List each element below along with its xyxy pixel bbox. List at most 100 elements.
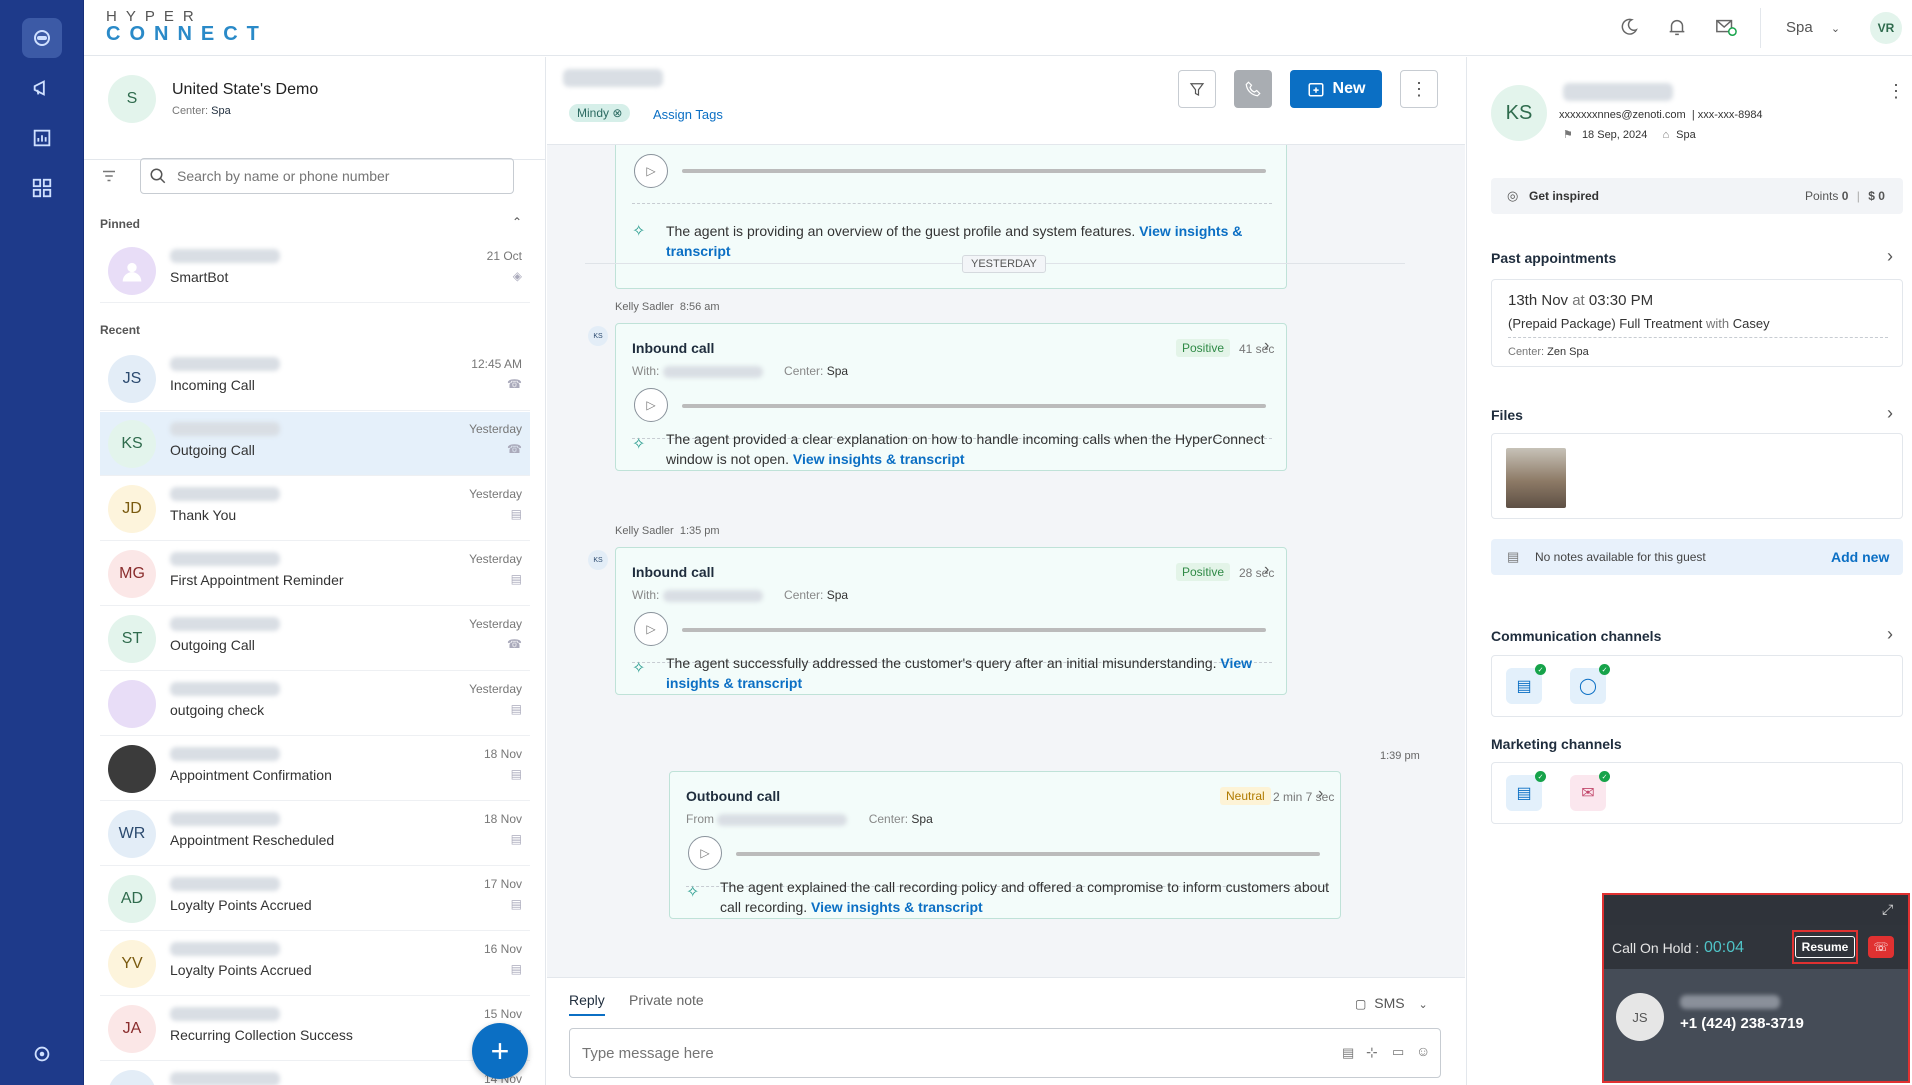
bell-icon[interactable] xyxy=(1666,16,1688,41)
hold-bar: Call On Hold : 00:04 Resume ☏ xyxy=(1604,925,1908,969)
emoji-icon[interactable]: ☺ xyxy=(1416,1043,1430,1059)
new-button[interactable]: New xyxy=(1290,70,1382,108)
megaphone-icon[interactable] xyxy=(22,68,62,108)
contact-name-redacted xyxy=(170,747,280,761)
mail-sync-icon[interactable] xyxy=(1714,16,1738,41)
with-label: With: xyxy=(632,588,660,602)
chevron-right-icon[interactable]: › xyxy=(1887,403,1893,424)
call-widget: ⤢ Call On Hold : 00:04 Resume ☏ JS +1 (4… xyxy=(1602,893,1910,1083)
play-icon[interactable]: ▷ xyxy=(634,388,668,422)
expand-icon[interactable]: ⤢ xyxy=(1882,901,1893,918)
filter-icon[interactable] xyxy=(100,167,118,188)
chevron-right-icon[interactable]: › xyxy=(1264,337,1269,355)
file-thumbnail[interactable] xyxy=(1506,448,1566,508)
caller-name-redacted xyxy=(1680,995,1780,1009)
tab-reply[interactable]: Reply xyxy=(569,992,605,1016)
guest-initials: KS xyxy=(1505,101,1533,124)
resume-button[interactable]: Resume xyxy=(1794,936,1856,958)
chevron-right-icon[interactable]: › xyxy=(1264,561,1269,579)
more-options-button[interactable]: ⋮ xyxy=(1400,70,1438,108)
hang-up-button[interactable]: ☏ xyxy=(1868,936,1894,958)
avatar-initials: JD xyxy=(122,500,142,517)
play-icon[interactable]: ▷ xyxy=(688,836,722,870)
topbar-divider xyxy=(1760,8,1761,48)
remove-tag-icon[interactable]: ⊗ xyxy=(612,106,622,120)
call-button[interactable] xyxy=(1234,70,1272,108)
list-item[interactable]: JD Thank You Yesterday ▤ xyxy=(100,477,530,541)
account-center-value: Spa xyxy=(211,105,231,117)
list-item[interactable]: MG First Appointment Reminder Yesterday ▤ xyxy=(100,542,530,606)
list-item[interactable]: WR Appointment Rescheduled 18 Nov ▤ xyxy=(100,802,530,866)
chevron-right-icon[interactable]: › xyxy=(1887,624,1893,645)
audio-track[interactable] xyxy=(682,404,1266,408)
tag-chip[interactable]: Mindy ⊗ xyxy=(569,104,631,122)
list-item[interactable]: outgoing check Yesterday ▤ xyxy=(100,672,530,736)
audio-track[interactable] xyxy=(736,852,1320,856)
appointment-card[interactable]: 13th Nov at 03:30 PM (Prepaid Package) F… xyxy=(1491,279,1903,367)
sms-channel-icon[interactable]: ▤ ✓ xyxy=(1506,771,1546,811)
message-icon: ▤ xyxy=(510,962,522,976)
message-icon: ▤ xyxy=(510,507,522,521)
headset-icon[interactable] xyxy=(22,18,62,58)
media-icon[interactable]: ▭ xyxy=(1392,1044,1404,1060)
guest-meta: ⚑ 18 Sep, 2024 ⌂ Spa xyxy=(1563,128,1696,141)
appointment-service-name: (Prepaid Package) Full Treatment xyxy=(1508,316,1703,331)
add-note-button[interactable]: Add new xyxy=(1831,549,1889,565)
list-item[interactable]: AD Loyalty Points Accrued 17 Nov ▤ xyxy=(100,867,530,931)
profile-more-icon[interactable]: ⋮ xyxy=(1887,81,1905,102)
view-insights-link[interactable]: View insights & transcript xyxy=(811,899,983,915)
get-inspired-bar[interactable]: ◎ Get inspired Points 0 | $ 0 xyxy=(1491,178,1903,214)
list-item[interactable]: YV Loyalty Points Accrued 16 Nov ▤ xyxy=(100,932,530,996)
avatar-initials: YV xyxy=(121,955,143,972)
audio-track[interactable] xyxy=(682,628,1266,632)
message-input-box[interactable]: ▤ ⊹ ▭ ☺ xyxy=(569,1028,1441,1078)
audio-track[interactable] xyxy=(682,169,1266,173)
assign-tags-link[interactable]: Assign Tags xyxy=(653,107,723,122)
search-box[interactable] xyxy=(140,158,514,194)
conversation-subtitle: outgoing check xyxy=(170,702,265,718)
play-icon[interactable]: ▷ xyxy=(634,154,668,188)
chevron-down-icon: ⌄ xyxy=(1418,999,1428,1011)
template-icon[interactable]: ▤ xyxy=(1342,1045,1354,1061)
list-item[interactable]: ST Outgoing Call Yesterday ☎ xyxy=(100,607,530,671)
message-input[interactable] xyxy=(582,1043,1182,1063)
call-meta: With: Center: Spa xyxy=(632,588,848,602)
apps-icon[interactable] xyxy=(22,168,62,208)
avatar-initials: AD xyxy=(120,890,144,907)
dark-mode-icon[interactable] xyxy=(1618,16,1640,41)
view-insights-link[interactable]: View insights & transcript xyxy=(793,451,965,467)
conversation-subtitle: First Appointment Reminder xyxy=(170,572,344,588)
chevron-right-icon[interactable]: › xyxy=(1887,246,1893,267)
user-avatar[interactable]: VR xyxy=(1870,12,1902,44)
list-item[interactable]: KS Outgoing Call Yesterday ☎ xyxy=(100,412,530,476)
channel-select[interactable]: ▢ SMS ⌄ xyxy=(1355,995,1428,1011)
account-center: Center: Spa xyxy=(172,105,231,117)
attachment-icon[interactable]: ⊹ xyxy=(1366,1044,1378,1061)
play-icon[interactable]: ▷ xyxy=(634,612,668,646)
settings-icon[interactable] xyxy=(22,1034,62,1074)
chevron-right-icon[interactable]: › xyxy=(1318,785,1323,803)
list-item[interactable]: TH14 Nov▤ xyxy=(100,1062,530,1085)
filter-button[interactable] xyxy=(1178,70,1216,108)
ai-bot-icon: ✧ xyxy=(686,884,700,901)
center-select[interactable]: Spa ⌄ xyxy=(1786,19,1840,36)
email-channel-icon[interactable]: ✉ ✓ xyxy=(1570,771,1610,811)
search-input[interactable] xyxy=(177,165,497,187)
list-item[interactable]: JARecurring Collection Success15 Nov▤ xyxy=(100,997,530,1061)
list-item[interactable]: Appointment Confirmation 18 Nov ▤ xyxy=(100,737,530,801)
sms-channel-icon[interactable]: ▤ ✓ xyxy=(1506,664,1546,704)
list-item[interactable]: JS Incoming Call 12:45 AM ☎ xyxy=(100,347,530,411)
guest-contact: xxxxxxxnnes@zenoti.com | xxx-xxx-8984 xyxy=(1559,109,1763,121)
reports-icon[interactable] xyxy=(22,118,62,158)
tab-private-note[interactable]: Private note xyxy=(629,992,704,1008)
messenger-channel-icon[interactable]: ◯ ✓ xyxy=(1570,664,1610,704)
conversation-time: Yesterday xyxy=(469,422,522,436)
list-item[interactable]: SmartBot 21 Oct ◈ xyxy=(100,239,530,303)
sentiment-badge: Positive xyxy=(1176,563,1231,581)
insight-body: The agent is providing an overview of th… xyxy=(666,223,1136,239)
message-icon: ▤ xyxy=(510,702,522,716)
appointment-center-value: Zen Spa xyxy=(1547,346,1589,358)
compose-fab-button[interactable]: + xyxy=(472,1023,528,1079)
collapse-icon[interactable]: ⌃ xyxy=(512,215,522,229)
communication-channels-title: Communication channels xyxy=(1491,628,1662,644)
